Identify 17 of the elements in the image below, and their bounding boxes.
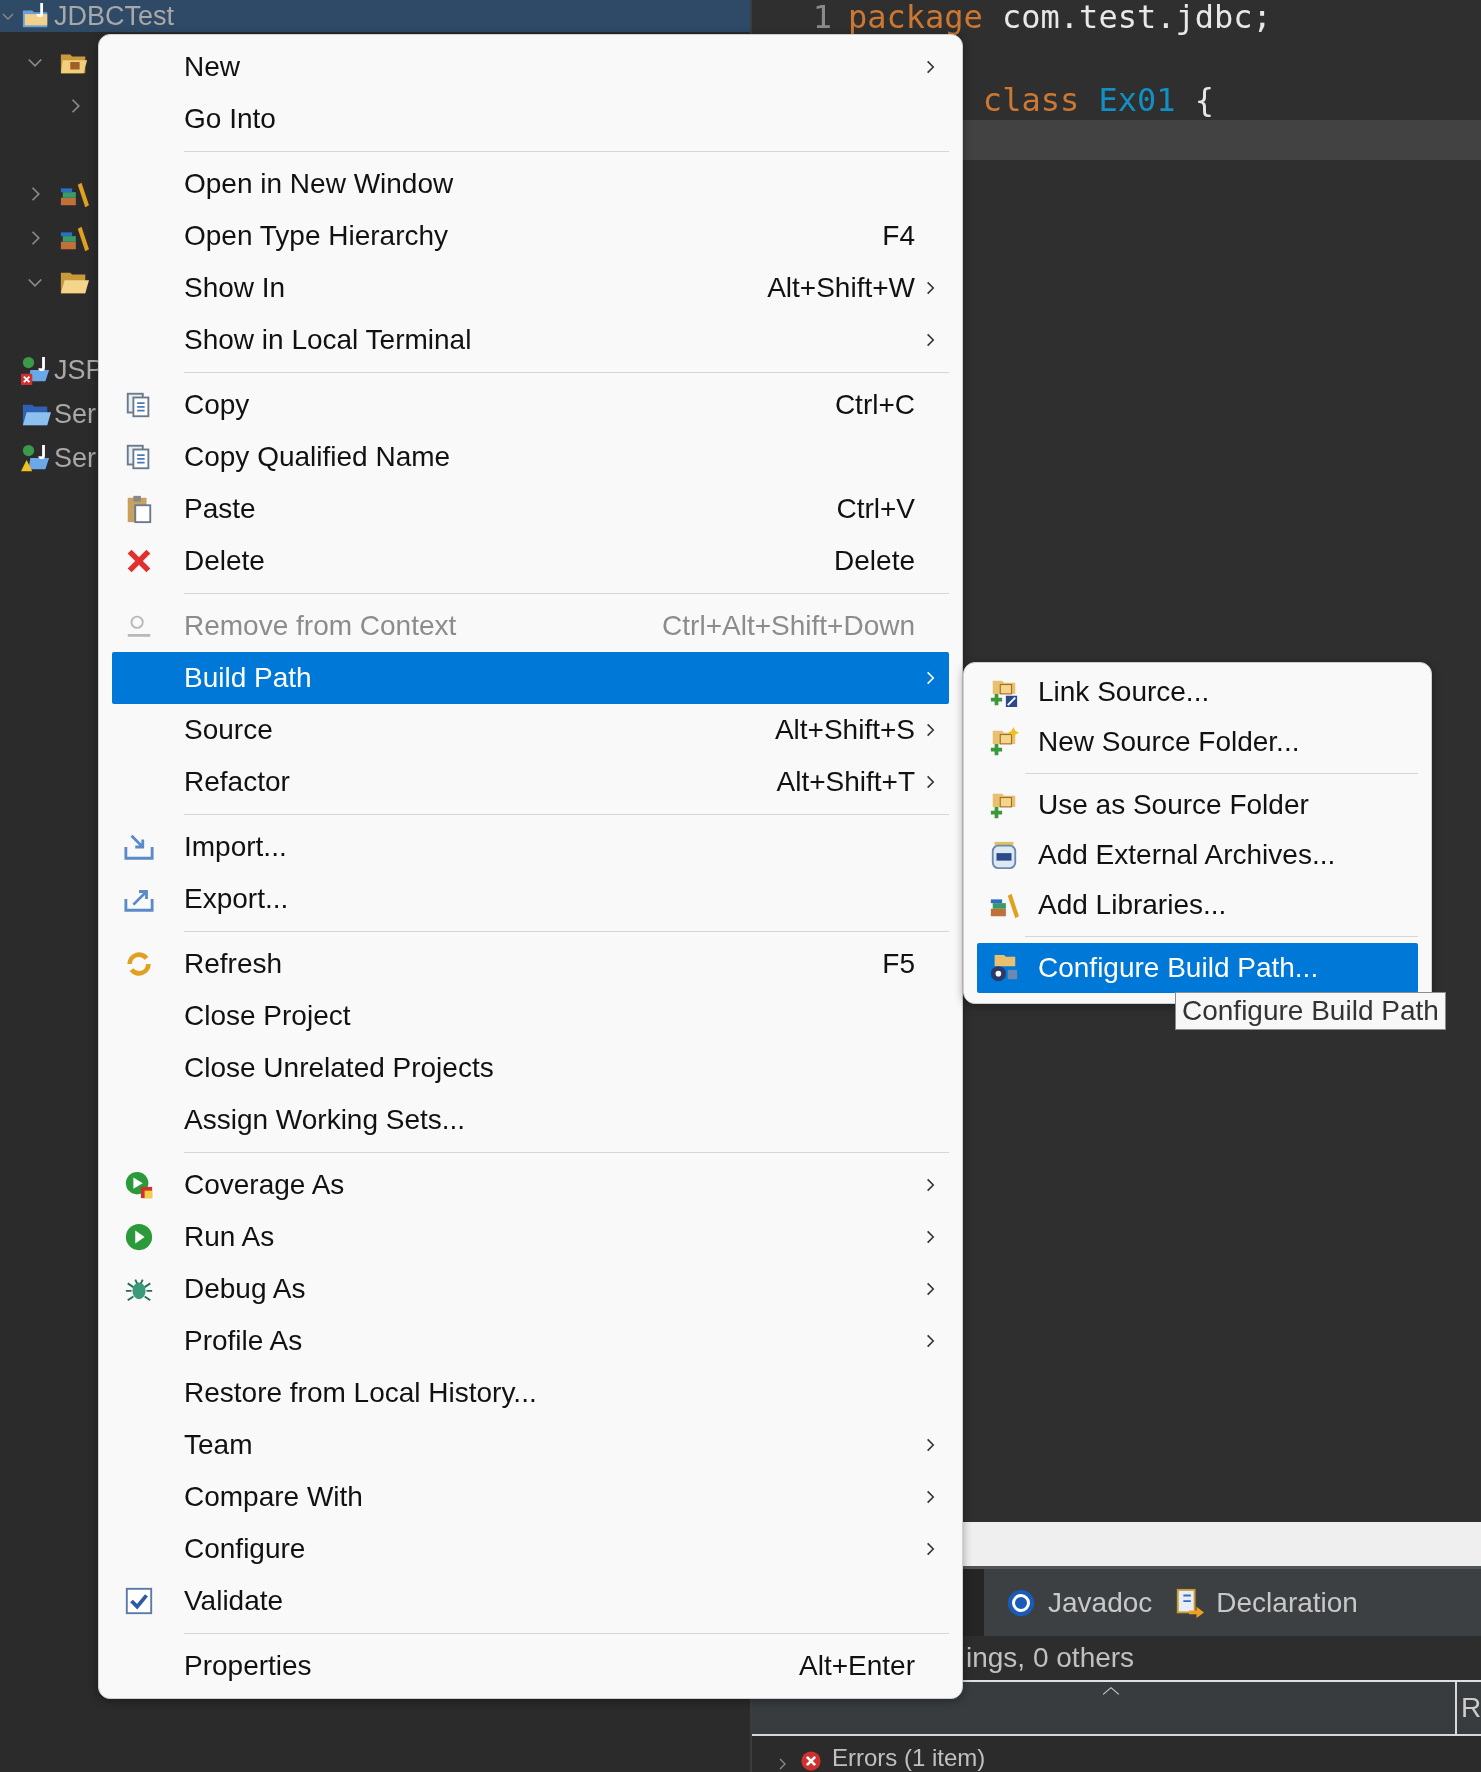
- shortcut-label: Ctrl+Alt+Shift+Down: [662, 610, 915, 641]
- shortcut-label: Alt+Enter: [799, 1650, 915, 1681]
- code-token: {: [1194, 81, 1214, 119]
- shortcut-label: F5: [882, 948, 915, 979]
- shortcut-label: Ctrl+V: [836, 493, 915, 524]
- code-token: package: [848, 0, 983, 36]
- shortcut-label: Alt+Shift+W: [767, 272, 915, 303]
- shortcut-label: Alt+Shift+T: [776, 766, 915, 797]
- code-token: com.test.jdbc;: [1002, 0, 1272, 36]
- shortcut-label: Alt+Shift+S: [774, 714, 915, 745]
- shortcut-label: F4: [882, 220, 915, 251]
- code-token: class: [982, 81, 1080, 119]
- code-token: Ex01: [1098, 81, 1176, 119]
- line-number: 1: [812, 0, 832, 36]
- shortcut-label: Delete: [834, 545, 915, 576]
- shortcut-label: Ctrl+C: [834, 389, 915, 420]
- tooltip: Configure Build Path: [1175, 992, 1446, 1030]
